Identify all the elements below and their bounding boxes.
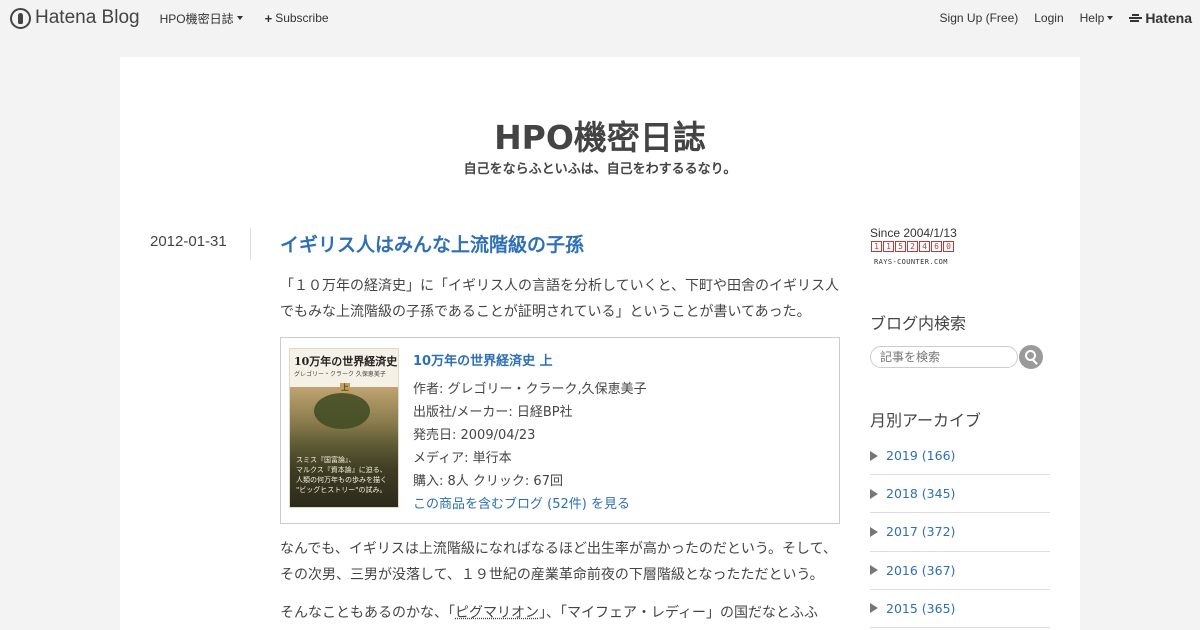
entry-title[interactable]: イギリス人はみんな上流階級の子孫 xyxy=(280,230,584,257)
book-cover-blurb-line: "ビッグヒストリー"の試み。 xyxy=(296,486,387,494)
product-release-date: 発売日: 2009/04/23 xyxy=(413,428,536,443)
counter-digit: 4 xyxy=(919,241,930,252)
paragraph-3-rest: 」、「マイフェア・レディー」の国だなとふふ xyxy=(539,605,819,621)
counter-digit: 1 xyxy=(871,241,882,252)
blog-menu-dropdown[interactable]: HPO機密日誌 xyxy=(160,10,243,27)
subscribe-label: Subscribe xyxy=(275,11,329,25)
hatena-logo-text: Hatena xyxy=(1145,10,1192,26)
hatena-blog-logo-text: Hatena Blog xyxy=(35,7,140,28)
product-title-link[interactable]: 10万年の世界経済史 上 xyxy=(413,350,647,369)
blog-main-panel: HPO機密日誌 自己をならふといふは、自己をわするるなり。 2012-01-31… xyxy=(120,57,1080,630)
caret-down-icon xyxy=(236,16,243,20)
help-label: Help xyxy=(1079,11,1105,25)
counter-digit: 1 xyxy=(883,241,894,252)
book-cover-tree xyxy=(314,393,370,429)
archive-item-label[interactable]: 2015 (365) xyxy=(886,601,955,616)
counter-digit: 2 xyxy=(907,241,918,252)
book-cover-blurb: スミス『国富論』、 マルクス『資本論』に迫る、 人類の何万年もの歩みを描く "ビ… xyxy=(296,455,387,495)
hatena-logo[interactable]: Hatena xyxy=(1129,10,1192,26)
hatena-blog-logo-icon xyxy=(10,7,31,29)
expand-triangle-icon[interactable] xyxy=(870,565,878,576)
archive-heading: 月別アーカイブ xyxy=(870,411,982,430)
plus-icon: + xyxy=(264,10,273,26)
entry-date[interactable]: 2012-01-31 xyxy=(150,233,227,250)
product-info: 10万年の世界経済史 上 作者: グレゴリー・クラーク,久保恵美子 出版社/メー… xyxy=(413,350,647,516)
blog-title[interactable]: HPO機密日誌 xyxy=(120,111,1080,159)
entry-paragraph-2: なんでも、イギリスは上流階級になればなるほど出生率が高かったのだという。そして、… xyxy=(280,541,837,583)
expand-triangle-icon[interactable] xyxy=(870,488,878,499)
book-cover-volume: 上 xyxy=(340,383,350,393)
product-purchase-stats: 購入: 8人 クリック: 67回 xyxy=(413,474,563,489)
expand-triangle-icon[interactable] xyxy=(870,526,878,537)
blog-description: 自己をならふといふは、自己をわするるなり。 xyxy=(463,162,737,177)
global-header-left: Hatena Blog HPO機密日誌 + Subscribe xyxy=(10,7,329,29)
book-cover-image[interactable]: 10万年の世界経済史 グレゴリー・クラーク 久保恵美子 上 スミス『国富論』、 … xyxy=(289,348,399,508)
login-link[interactable]: Login xyxy=(1034,11,1063,25)
search-input[interactable] xyxy=(870,346,1018,368)
paragraph-3-prefix: そんなこともあるのかな、「 xyxy=(280,605,455,621)
date-divider xyxy=(250,228,251,260)
hatena-mark-icon xyxy=(1129,13,1143,23)
archive-item-label[interactable]: 2018 (345) xyxy=(886,486,955,501)
product-publisher: 出版社/メーカー: 日経BP社 xyxy=(413,405,573,420)
help-dropdown[interactable]: Help xyxy=(1080,11,1114,25)
expand-triangle-icon[interactable] xyxy=(870,450,878,461)
product-media: メディア: 単行本 xyxy=(413,451,512,466)
product-card: 10万年の世界経済史 グレゴリー・クラーク 久保恵美子 上 スミス『国富論』、 … xyxy=(280,337,840,524)
product-author: 作者: グレゴリー・クラーク,久保恵美子 xyxy=(413,382,647,397)
entry-paragraph-1: 「１０万年の経済史」に「イギリス人の言語を分析していくと、下町や田舎のイギリス人… xyxy=(280,278,840,320)
archive-item-label[interactable]: 2016 (367) xyxy=(886,563,955,578)
counter-caption[interactable]: RAYS-COUNTER.COM xyxy=(874,258,948,266)
archive-item[interactable]: 2016 (367) xyxy=(870,552,1050,590)
counter-digit: 6 xyxy=(931,241,942,252)
global-header-right: Sign Up (Free) Login Help Hatena xyxy=(940,10,1200,26)
book-cover-blurb-line: スミス『国富論』、 xyxy=(296,456,356,464)
archive-item[interactable]: 2018 (345) xyxy=(870,475,1050,514)
entry-paragraph-3: そんなこともあるのかな、「ピグマリオン」、「マイフェア・レディー」の国だなとふふ xyxy=(280,600,850,626)
global-header: Hatena Blog HPO機密日誌 + Subscribe Sign Up … xyxy=(0,0,1200,36)
expand-triangle-icon[interactable] xyxy=(870,603,878,614)
blog-menu-label: HPO機密日誌 xyxy=(159,11,234,26)
search-heading: ブログ内検索 xyxy=(870,314,967,333)
caret-down-icon xyxy=(1107,16,1114,20)
archive-item-label[interactable]: 2017 (372) xyxy=(886,524,955,539)
archive-item[interactable]: 2017 (372) xyxy=(870,513,1050,552)
hatena-blog-logo[interactable]: Hatena Blog xyxy=(10,7,140,29)
archive-list: 2019 (166) 2018 (345) 2017 (372) 2016 (3… xyxy=(870,437,1050,628)
keyword-link-pygmalion[interactable]: ピグマリオン xyxy=(455,605,539,621)
product-blogs-link[interactable]: この商品を含むブログ (52件) を見る xyxy=(413,493,647,516)
archive-item[interactable]: 2015 (365) xyxy=(870,590,1050,628)
counter-digit: 5 xyxy=(895,241,906,252)
since-text: Since 2004/1/13 xyxy=(870,226,957,240)
book-cover-blurb-line: 人類の何万年もの歩みを描く xyxy=(296,476,387,484)
signup-link[interactable]: Sign Up (Free) xyxy=(940,11,1019,25)
archive-item-label[interactable]: 2019 (166) xyxy=(886,448,955,463)
book-cover-volume-label: 上 xyxy=(341,383,349,392)
subscribe-button[interactable]: + Subscribe xyxy=(265,11,329,25)
counter-digit: 0 xyxy=(943,241,954,252)
book-cover-subtitle: グレゴリー・クラーク 久保恵美子 xyxy=(294,371,386,378)
archive-item[interactable]: 2019 (166) xyxy=(870,437,1050,476)
book-cover-title: 10万年の世界経済史 xyxy=(294,355,398,368)
access-counter[interactable]: 1 1 5 2 4 6 0 xyxy=(871,241,954,252)
search-button[interactable] xyxy=(1019,345,1043,369)
book-cover-blurb-line: マルクス『資本論』に迫る、 xyxy=(296,466,387,474)
